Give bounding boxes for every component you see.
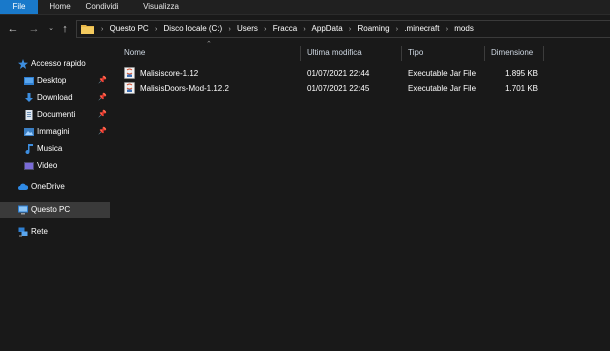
breadcrumb-item-appdata[interactable]: AppData [312, 24, 343, 33]
sidebar-item-video[interactable]: Video [0, 158, 110, 174]
sidebar-item-desktop[interactable]: Desktop 📌 [0, 73, 110, 89]
pin-icon[interactable]: 📌 [98, 73, 107, 89]
column-header-name[interactable]: Nome [124, 44, 145, 62]
pin-icon[interactable]: 📌 [98, 107, 107, 123]
breadcrumb-item-disco-locale[interactable]: Disco locale (C:) [164, 24, 223, 33]
sidebar-item-documenti[interactable]: Documenti 📌 [0, 107, 110, 123]
sidebar-item-label: Immagini [37, 127, 70, 136]
download-arrow-icon [25, 93, 33, 102]
sidebar-item-onedrive[interactable]: OneDrive [0, 179, 110, 195]
chevron-right-icon: › [348, 26, 352, 33]
address-bar[interactable]: › Questo PC › Disco locale (C:) › Users … [76, 20, 610, 38]
video-icon [24, 162, 34, 170]
breadcrumb-item-users[interactable]: Users [237, 24, 258, 33]
breadcrumb-item-minecraft[interactable]: .minecraft [404, 24, 439, 33]
chevron-right-icon: › [228, 26, 231, 33]
tab-share[interactable]: Condividi [80, 0, 124, 14]
sort-chevron-up-icon: ⌃ [206, 41, 212, 48]
ribbon-bar: File Home Condividi Visualizza [0, 0, 610, 15]
cloud-icon [18, 183, 28, 190]
sidebar-item-immagini[interactable]: Immagini 📌 [0, 124, 110, 140]
tab-file[interactable]: File [0, 0, 38, 14]
file-modified: 01/07/2021 22:44 [307, 69, 370, 78]
file-size: 1.701 KB [505, 84, 538, 93]
network-icon [18, 227, 28, 237]
file-type: Executable Jar File [408, 84, 477, 93]
jar-file-icon [124, 82, 135, 94]
file-name: MalisisDoors-Mod-1.12.2 [140, 84, 229, 93]
chevron-right-icon: › [154, 26, 158, 33]
sidebar-item-download[interactable]: Download 📌 [0, 90, 110, 106]
column-divider[interactable] [484, 46, 485, 61]
file-size: 1.895 KB [505, 69, 538, 78]
navigation-pane: Accesso rapido Desktop 📌 Download 📌 Docu… [0, 46, 110, 351]
chevron-right-icon: › [303, 26, 306, 33]
sidebar-item-label: OneDrive [31, 182, 65, 191]
documents-icon [25, 110, 33, 120]
jar-file-icon [124, 67, 135, 79]
file-name: Malisiscore-1.12 [140, 69, 199, 78]
breadcrumb: › Questo PC › Disco locale (C:) › Users … [97, 21, 474, 37]
column-divider[interactable] [401, 46, 402, 61]
sidebar-item-label: Video [37, 161, 58, 170]
star-icon [18, 59, 28, 69]
forward-arrow-icon[interactable]: → [27, 22, 41, 36]
breadcrumb-item-fracca[interactable]: Fracca [273, 24, 297, 33]
column-header-type[interactable]: Tipo [408, 44, 423, 62]
sidebar-item-label: Download [37, 93, 73, 102]
sidebar-item-label: Documenti [37, 110, 76, 119]
table-row[interactable]: Malisiscore-1.12 01/07/2021 22:44 Execut… [118, 66, 558, 81]
computer-icon [18, 205, 28, 215]
column-header-size[interactable]: Dimensione [491, 44, 533, 62]
chevron-right-icon: › [101, 26, 104, 33]
chevron-right-icon: › [445, 26, 449, 33]
back-arrow-icon[interactable]: ← [6, 22, 20, 36]
table-row[interactable]: MalisisDoors-Mod-1.12.2 01/07/2021 22:45… [118, 81, 558, 96]
pin-icon[interactable]: 📌 [98, 124, 107, 140]
breadcrumb-item-mods[interactable]: mods [454, 24, 474, 33]
music-note-icon [25, 144, 33, 154]
breadcrumb-item-roaming[interactable]: Roaming [358, 24, 390, 33]
tab-home[interactable]: Home [40, 0, 80, 14]
sidebar-item-label: Accesso rapido [31, 59, 86, 68]
sidebar-item-label: Questo PC [31, 205, 71, 214]
column-header-modified[interactable]: Ultima modifica [307, 44, 362, 62]
column-headers: ⌃ Nome Ultima modifica Tipo Dimensione [118, 41, 610, 62]
desktop-folder-icon [24, 77, 34, 85]
sidebar-item-musica[interactable]: Musica [0, 141, 110, 157]
tab-view[interactable]: Visualizza [132, 0, 190, 14]
sidebar-item-label: Desktop [37, 76, 67, 85]
sidebar-item-label: Rete [31, 227, 48, 236]
sidebar-item-rete[interactable]: Rete [0, 224, 110, 240]
chevron-right-icon: › [395, 26, 399, 33]
file-modified: 01/07/2021 22:45 [307, 84, 370, 93]
breadcrumb-item-questo-pc[interactable]: Questo PC [110, 24, 149, 33]
column-divider[interactable] [543, 46, 544, 61]
sidebar-item-label: Musica [37, 144, 63, 153]
recent-locations-chevron-icon[interactable]: ⌄ [44, 22, 58, 36]
pin-icon[interactable]: 📌 [98, 90, 107, 106]
sidebar-item-questo-pc[interactable]: Questo PC [0, 202, 110, 218]
sidebar-item-accesso-rapido[interactable]: Accesso rapido [0, 56, 110, 72]
file-type: Executable Jar File [408, 69, 477, 78]
pictures-icon [24, 128, 34, 136]
navigation-bar: ← → ⌄ ↑ › Questo PC › Disco locale (C:) … [0, 15, 610, 44]
chevron-right-icon: › [264, 26, 267, 33]
column-divider[interactable] [300, 46, 301, 61]
folder-icon [81, 25, 94, 34]
up-arrow-icon[interactable]: ↑ [58, 22, 72, 36]
